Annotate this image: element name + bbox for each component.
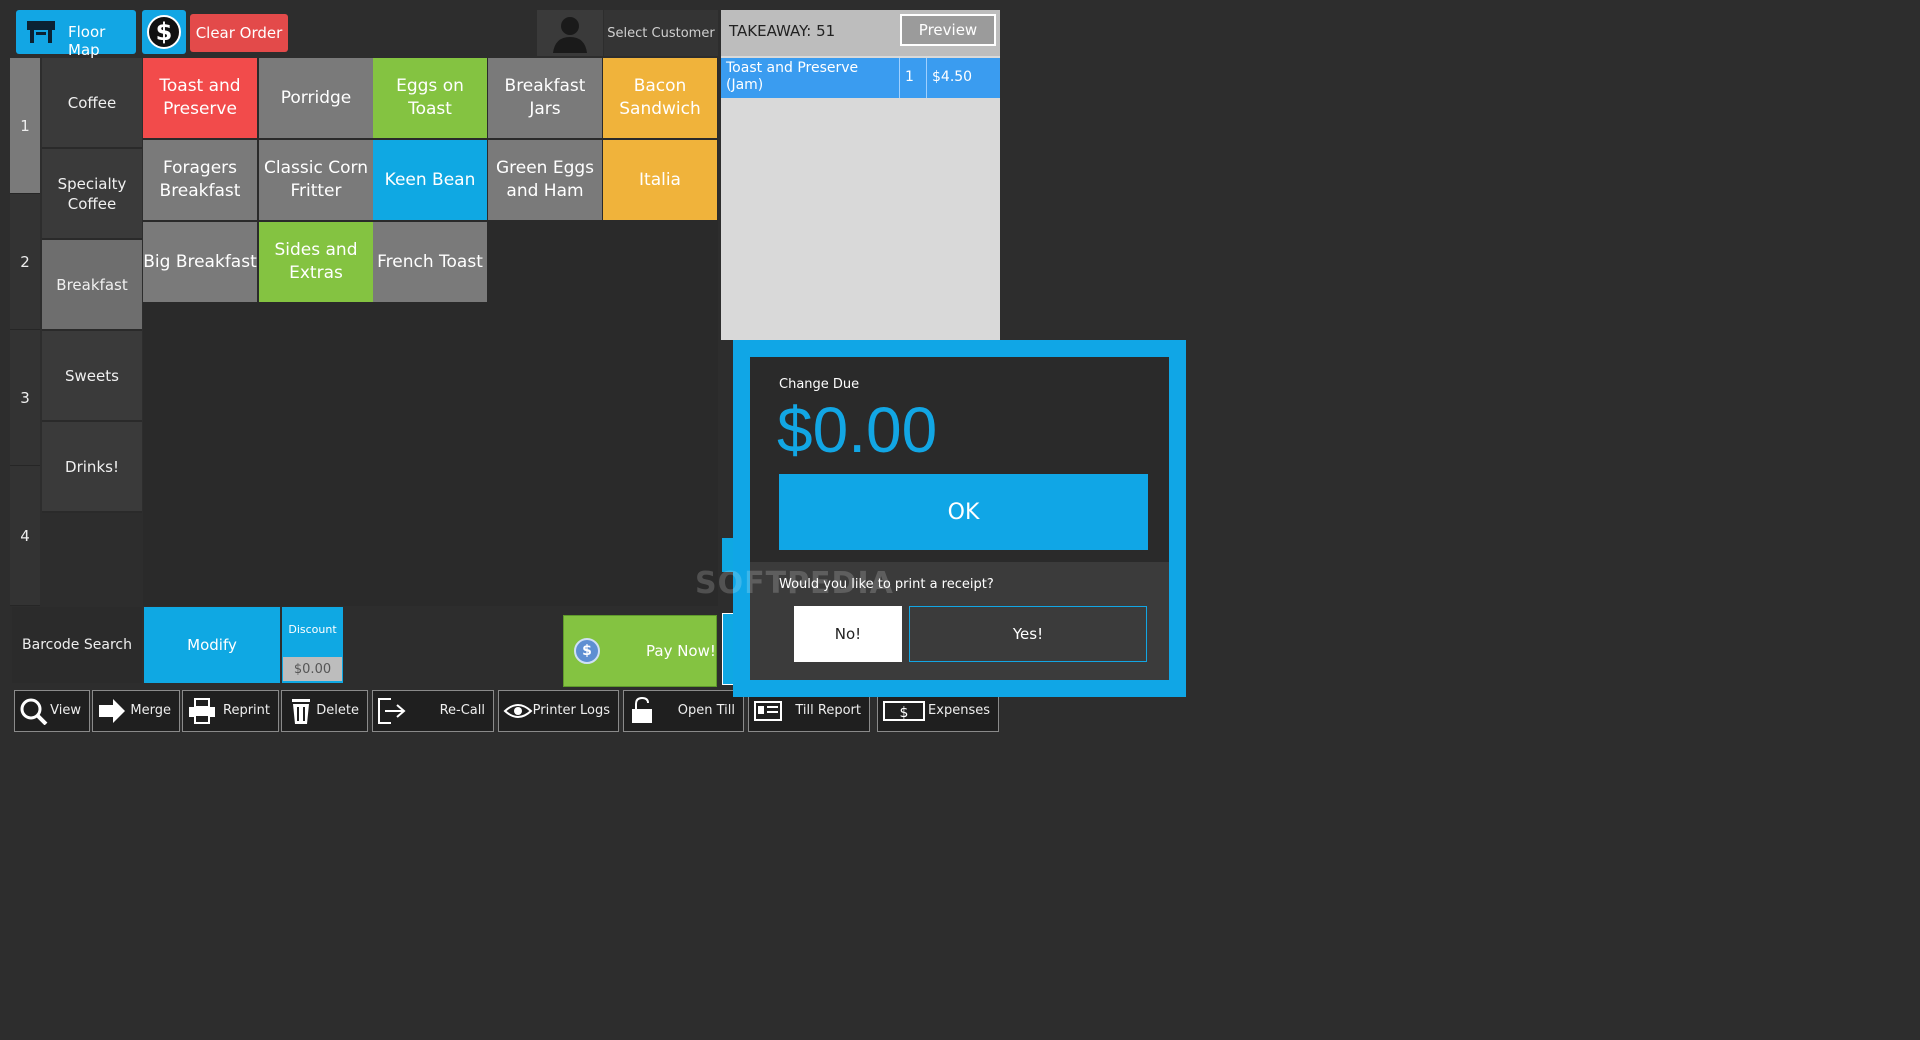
customer-avatar[interactable]	[537, 10, 603, 56]
view-button[interactable]: View	[14, 690, 90, 732]
product-toast-and-preserve[interactable]: Toast and Preserve	[143, 58, 257, 138]
barcode-search-button[interactable]: Barcode Search	[12, 607, 142, 683]
expenses-label: Expenses	[928, 703, 990, 718]
product-classic-corn-fritter[interactable]: Classic Corn Fritter	[259, 140, 373, 220]
category-breakfast[interactable]: Breakfast	[42, 240, 142, 331]
preview-button[interactable]: Preview	[900, 14, 996, 46]
order-header: TAKEAWAY: 51 Preview	[721, 10, 1000, 56]
pay-now-button[interactable]: $ Pay Now!	[563, 615, 717, 687]
exit-icon	[378, 698, 406, 724]
discount-value: $0.00	[283, 657, 342, 681]
printer-logs-label: Printer Logs	[532, 703, 610, 718]
page-4-button[interactable]: 4	[10, 466, 40, 606]
product-green-eggs-and-ham[interactable]: Green Eggs and Ham	[488, 140, 602, 220]
product-sides-and-extras[interactable]: Sides and Extras	[259, 222, 373, 302]
reprint-label: Reprint	[223, 703, 270, 718]
coin-icon: $	[574, 638, 600, 664]
re-call-label: Re-Call	[439, 703, 485, 718]
printer-icon	[189, 698, 215, 724]
floor-map-button[interactable]: Floor Map	[16, 10, 136, 59]
category-sweets[interactable]: Sweets	[42, 331, 142, 422]
change-due-label: Change Due	[779, 377, 860, 392]
till-report-label: Till Report	[795, 703, 861, 718]
table-icon	[27, 21, 55, 43]
merge-label: Merge	[130, 703, 171, 718]
yes-receipt-button[interactable]: Yes!	[909, 606, 1147, 662]
modify-button[interactable]: Modify	[144, 607, 280, 683]
re-call-button[interactable]: Re-Call	[372, 690, 494, 732]
order-item-price: $4.50	[932, 69, 973, 85]
watermark: SOFTPEDIA	[695, 566, 894, 601]
change-due-dialog: Change Due $0.00 OK Would you like to pr…	[733, 340, 1186, 697]
category-drinks[interactable]: Drinks!	[42, 422, 142, 513]
order-item-name: Toast and Preserve (Jam)	[726, 60, 859, 93]
no-receipt-button[interactable]: No!	[794, 606, 902, 662]
magnifier-icon	[20, 698, 48, 725]
order-item-qty: 1	[905, 69, 914, 85]
product-big-breakfast[interactable]: Big Breakfast	[143, 222, 257, 302]
trash-icon	[292, 699, 310, 724]
column-divider	[899, 58, 900, 98]
discount-button[interactable]: Discount $0.00	[282, 607, 343, 683]
person-icon	[553, 17, 587, 53]
column-divider	[926, 58, 927, 98]
select-customer-button[interactable]: Select Customer	[604, 10, 718, 56]
dollar-icon: $	[147, 15, 181, 49]
product-eggs-on-toast[interactable]: Eggs on Toast	[373, 58, 487, 138]
printer-logs-button[interactable]: Printer Logs	[498, 690, 619, 732]
page-3-button[interactable]: 3	[10, 330, 40, 466]
unlock-icon	[632, 697, 652, 723]
reprint-button[interactable]: Reprint	[182, 690, 279, 732]
svg-text:$: $	[900, 705, 909, 721]
merge-button[interactable]: Merge	[92, 690, 180, 732]
arrow-icon	[99, 699, 125, 723]
page-1-button[interactable]: 1	[10, 58, 40, 194]
order-title: TAKEAWAY: 51	[729, 22, 836, 40]
change-due-amount: $0.00	[777, 394, 938, 466]
order-item-row[interactable]: Toast and Preserve (Jam) 1 $4.50	[721, 58, 1000, 98]
cash-icon: $	[883, 701, 925, 721]
category-specialty-coffee[interactable]: Specialty Coffee	[42, 149, 142, 240]
pay-now-label: Pay Now!	[646, 642, 716, 660]
view-label: View	[50, 703, 81, 718]
category-coffee[interactable]: Coffee	[42, 58, 142, 149]
eye-icon	[503, 704, 533, 718]
dialog-body: Change Due $0.00 OK Would you like to pr…	[750, 357, 1169, 680]
open-till-label: Open Till	[677, 703, 735, 718]
product-italia[interactable]: Italia	[603, 140, 717, 220]
delete-label: Delete	[316, 703, 359, 718]
cash-button[interactable]: $	[142, 10, 186, 54]
product-french-toast[interactable]: French Toast	[373, 222, 487, 302]
open-till-button[interactable]: Open Till	[623, 690, 744, 732]
floor-map-label: Floor Map	[68, 23, 106, 59]
product-porridge[interactable]: Porridge	[259, 58, 373, 138]
product-breakfast-jars[interactable]: Breakfast Jars	[488, 58, 602, 138]
clear-order-button[interactable]: Clear Order	[190, 14, 288, 52]
product-keen-bean[interactable]: Keen Bean	[373, 140, 487, 220]
discount-label: Discount	[288, 623, 337, 636]
page-2-button[interactable]: 2	[10, 194, 40, 330]
report-icon	[754, 701, 782, 721]
product-foragers-breakfast[interactable]: Foragers Breakfast	[143, 140, 257, 220]
delete-button[interactable]: Delete	[281, 690, 368, 732]
ok-button[interactable]: OK	[779, 474, 1148, 550]
product-bacon-sandwich[interactable]: Bacon Sandwich	[603, 58, 717, 138]
